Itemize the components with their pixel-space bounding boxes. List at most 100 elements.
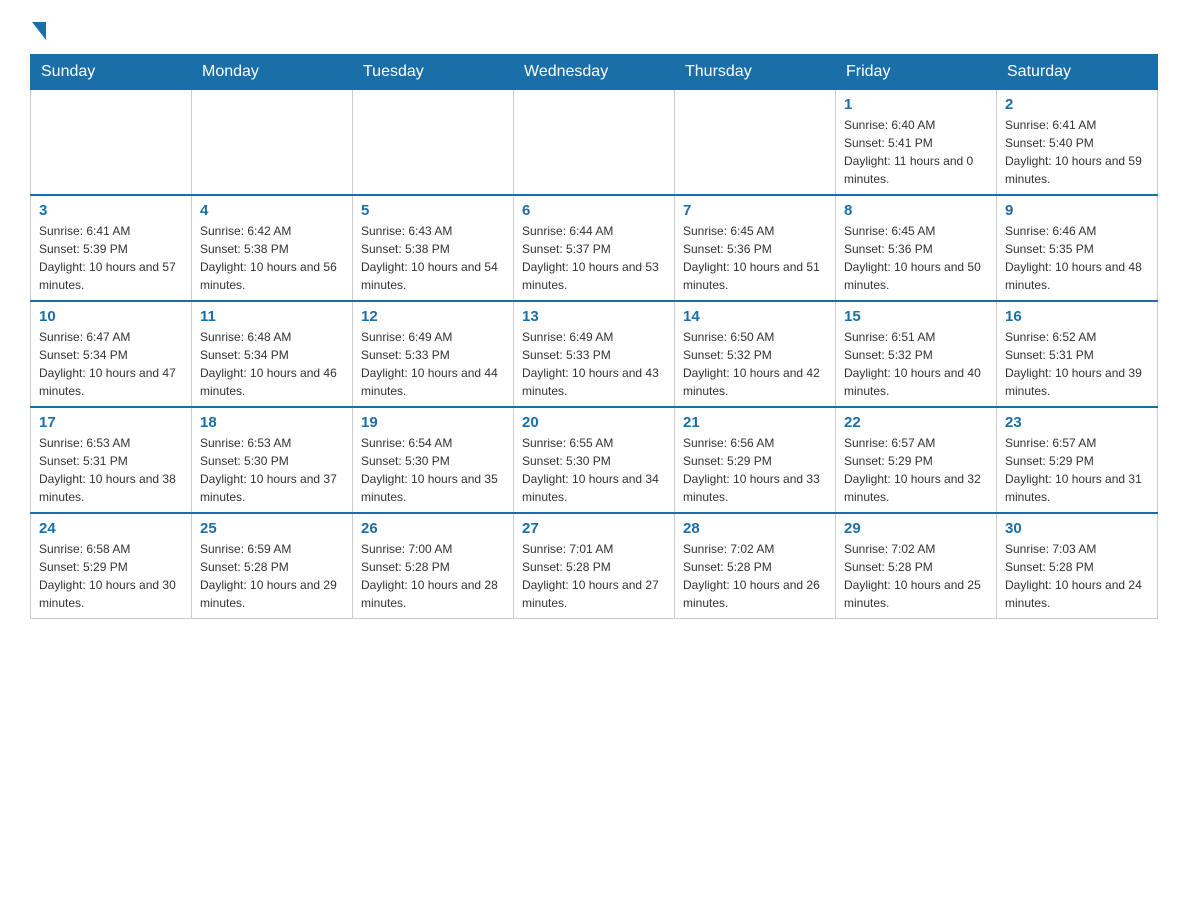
day-number: 26 [361,520,505,537]
calendar-cell [675,90,836,196]
day-number: 27 [522,520,666,537]
weekday-header-sunday: Sunday [31,55,192,90]
calendar-cell: 23 Sunrise: 6:57 AM Sunset: 5:29 PM Dayli… [997,407,1158,513]
calendar-cell: 14 Sunrise: 6:50 AM Sunset: 5:32 PM Dayli… [675,301,836,407]
week-row-1: 1Sunrise: 6:40 AM Sunset: 5:41 PM Daylig… [31,90,1158,196]
calendar-cell: 2 Sunrise: 6:41 AM Sunset: 5:40 PM Daylig… [997,90,1158,196]
day-info: Sunrise: 6:53 AM Sunset: 5:30 PM Dayligh… [200,434,344,506]
calendar-cell: 26 Sunrise: 7:00 AM Sunset: 5:28 PM Dayli… [353,513,514,619]
logo [30,20,46,34]
day-info: Sunrise: 6:56 AM Sunset: 5:29 PM Dayligh… [683,434,827,506]
day-number: 11 [200,308,344,325]
calendar-cell: 27 Sunrise: 7:01 AM Sunset: 5:28 PM Dayli… [514,513,675,619]
day-number: 3 [39,202,183,219]
calendar-cell: 4 Sunrise: 6:42 AM Sunset: 5:38 PM Daylig… [192,195,353,301]
calendar-cell: 10Sunrise: 6:47 AM Sunset: 5:34 PM Dayli… [31,301,192,407]
day-number: 2 [1005,96,1149,113]
day-number: 29 [844,520,988,537]
day-info: Sunrise: 6:45 AM Sunset: 5:36 PM Dayligh… [844,222,988,294]
day-number: 16 [1005,308,1149,325]
day-number: 18 [200,414,344,431]
calendar-cell: 16 Sunrise: 6:52 AM Sunset: 5:31 PM Dayli… [997,301,1158,407]
day-info: Sunrise: 6:43 AM Sunset: 5:38 PM Dayligh… [361,222,505,294]
day-info: Sunrise: 6:57 AM Sunset: 5:29 PM Dayligh… [1005,434,1149,506]
calendar-cell: 9 Sunrise: 6:46 AM Sunset: 5:35 PM Daylig… [997,195,1158,301]
day-info: Sunrise: 6:45 AM Sunset: 5:36 PM Dayligh… [683,222,827,294]
day-info: Sunrise: 6:42 AM Sunset: 5:38 PM Dayligh… [200,222,344,294]
day-number: 4 [200,202,344,219]
day-info: Sunrise: 6:51 AM Sunset: 5:32 PM Dayligh… [844,328,988,400]
calendar-cell: 12Sunrise: 6:49 AM Sunset: 5:33 PM Dayli… [353,301,514,407]
day-number: 23 [1005,414,1149,431]
day-info: Sunrise: 7:00 AM Sunset: 5:28 PM Dayligh… [361,540,505,612]
day-number: 15 [844,308,988,325]
calendar-cell: 17 Sunrise: 6:53 AM Sunset: 5:31 PM Dayli… [31,407,192,513]
calendar-cell [353,90,514,196]
day-number: 9 [1005,202,1149,219]
day-info: Sunrise: 6:50 AM Sunset: 5:32 PM Dayligh… [683,328,827,400]
day-number: 22 [844,414,988,431]
calendar-cell [514,90,675,196]
day-info: Sunrise: 6:49 AM Sunset: 5:33 PM Dayligh… [361,328,505,400]
day-number: 6 [522,202,666,219]
week-row-4: 17 Sunrise: 6:53 AM Sunset: 5:31 PM Dayli… [31,407,1158,513]
day-info: Sunrise: 6:55 AM Sunset: 5:30 PM Dayligh… [522,434,666,506]
calendar-cell: 11Sunrise: 6:48 AM Sunset: 5:34 PM Dayli… [192,301,353,407]
day-info: Sunrise: 6:58 AM Sunset: 5:29 PM Dayligh… [39,540,183,612]
weekday-header-row: SundayMondayTuesdayWednesdayThursdayFrid… [31,55,1158,90]
weekday-header-monday: Monday [192,55,353,90]
day-info: Sunrise: 6:59 AM Sunset: 5:28 PM Dayligh… [200,540,344,612]
day-number: 19 [361,414,505,431]
calendar-cell: 18 Sunrise: 6:53 AM Sunset: 5:30 PM Dayli… [192,407,353,513]
calendar-cell: 1Sunrise: 6:40 AM Sunset: 5:41 PM Daylig… [836,90,997,196]
day-number: 28 [683,520,827,537]
calendar-cell: 22Sunrise: 6:57 AM Sunset: 5:29 PM Dayli… [836,407,997,513]
calendar-cell: 6 Sunrise: 6:44 AM Sunset: 5:37 PM Daylig… [514,195,675,301]
calendar-cell: 24Sunrise: 6:58 AM Sunset: 5:29 PM Dayli… [31,513,192,619]
week-row-2: 3 Sunrise: 6:41 AM Sunset: 5:39 PM Daylig… [31,195,1158,301]
day-number: 8 [844,202,988,219]
calendar-table: SundayMondayTuesdayWednesdayThursdayFrid… [30,54,1158,619]
day-number: 30 [1005,520,1149,537]
calendar-cell: 25Sunrise: 6:59 AM Sunset: 5:28 PM Dayli… [192,513,353,619]
day-info: Sunrise: 6:52 AM Sunset: 5:31 PM Dayligh… [1005,328,1149,400]
day-number: 13 [522,308,666,325]
calendar-cell: 7 Sunrise: 6:45 AM Sunset: 5:36 PM Daylig… [675,195,836,301]
day-info: Sunrise: 6:41 AM Sunset: 5:39 PM Dayligh… [39,222,183,294]
day-info: Sunrise: 7:02 AM Sunset: 5:28 PM Dayligh… [844,540,988,612]
calendar-cell: 3 Sunrise: 6:41 AM Sunset: 5:39 PM Daylig… [31,195,192,301]
calendar-cell: 5 Sunrise: 6:43 AM Sunset: 5:38 PM Daylig… [353,195,514,301]
day-number: 5 [361,202,505,219]
weekday-header-saturday: Saturday [997,55,1158,90]
day-info: Sunrise: 7:02 AM Sunset: 5:28 PM Dayligh… [683,540,827,612]
day-info: Sunrise: 6:49 AM Sunset: 5:33 PM Dayligh… [522,328,666,400]
day-number: 17 [39,414,183,431]
day-info: Sunrise: 6:41 AM Sunset: 5:40 PM Dayligh… [1005,116,1149,188]
day-info: Sunrise: 6:46 AM Sunset: 5:35 PM Dayligh… [1005,222,1149,294]
day-number: 14 [683,308,827,325]
weekday-header-tuesday: Tuesday [353,55,514,90]
day-info: Sunrise: 6:47 AM Sunset: 5:34 PM Dayligh… [39,328,183,400]
day-info: Sunrise: 6:44 AM Sunset: 5:37 PM Dayligh… [522,222,666,294]
calendar-cell: 20 Sunrise: 6:55 AM Sunset: 5:30 PM Dayli… [514,407,675,513]
day-info: Sunrise: 6:53 AM Sunset: 5:31 PM Dayligh… [39,434,183,506]
page-header [30,20,1158,34]
week-row-5: 24Sunrise: 6:58 AM Sunset: 5:29 PM Dayli… [31,513,1158,619]
calendar-cell: 29 Sunrise: 7:02 AM Sunset: 5:28 PM Dayli… [836,513,997,619]
calendar-cell: 28 Sunrise: 7:02 AM Sunset: 5:28 PM Dayli… [675,513,836,619]
day-number: 1 [844,96,988,113]
calendar-cell: 15 Sunrise: 6:51 AM Sunset: 5:32 PM Dayli… [836,301,997,407]
day-number: 20 [522,414,666,431]
calendar-cell [31,90,192,196]
logo-arrow-icon [32,22,46,40]
calendar-cell: 19 Sunrise: 6:54 AM Sunset: 5:30 PM Dayli… [353,407,514,513]
calendar-cell: 13 Sunrise: 6:49 AM Sunset: 5:33 PM Dayli… [514,301,675,407]
weekday-header-wednesday: Wednesday [514,55,675,90]
weekday-header-friday: Friday [836,55,997,90]
day-info: Sunrise: 7:03 AM Sunset: 5:28 PM Dayligh… [1005,540,1149,612]
day-number: 7 [683,202,827,219]
week-row-3: 10Sunrise: 6:47 AM Sunset: 5:34 PM Dayli… [31,301,1158,407]
weekday-header-thursday: Thursday [675,55,836,90]
day-info: Sunrise: 7:01 AM Sunset: 5:28 PM Dayligh… [522,540,666,612]
day-info: Sunrise: 6:54 AM Sunset: 5:30 PM Dayligh… [361,434,505,506]
